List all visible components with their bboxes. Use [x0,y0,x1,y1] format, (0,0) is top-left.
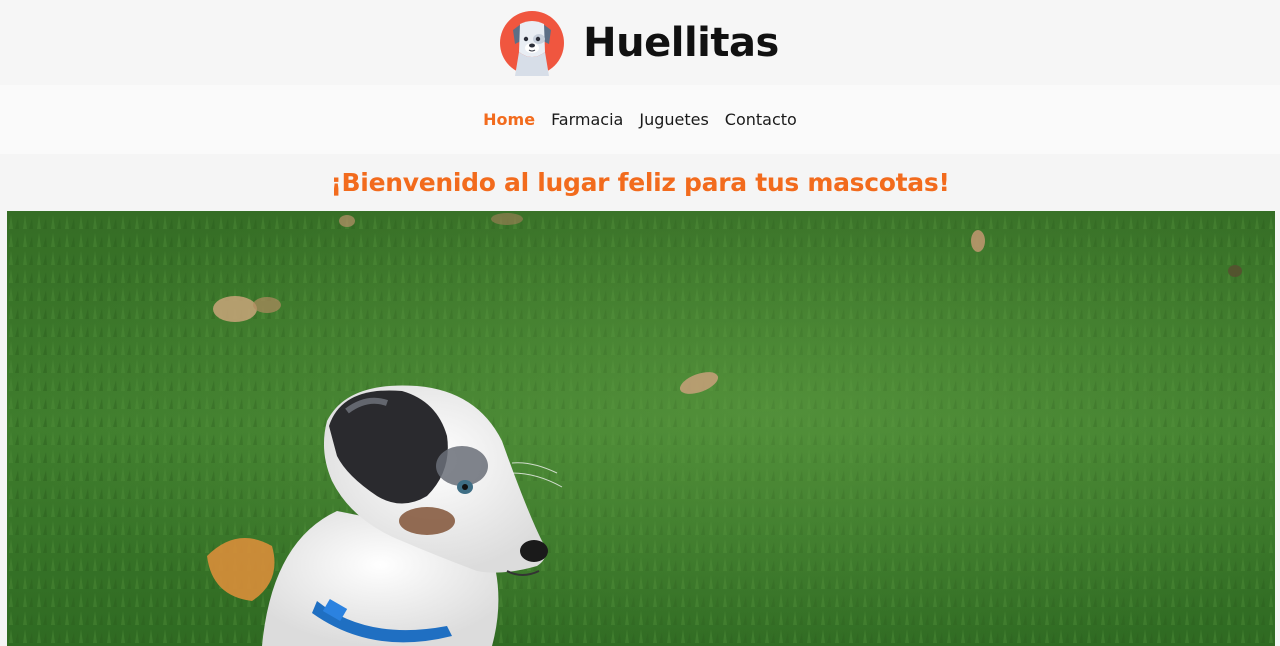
puppy-on-grass-photo [7,211,1275,646]
hero-image [7,211,1275,646]
brand-name: Huellitas [583,19,779,66]
welcome-title: ¡Bienvenido al lugar feliz para tus masc… [330,168,950,197]
welcome-section: ¡Bienvenido al lugar feliz para tus masc… [0,154,1280,211]
nav-link-home[interactable]: Home [483,110,535,129]
main-nav: Home Farmacia Juguetes Contacto [0,85,1280,154]
nav-link-juguetes[interactable]: Juguetes [639,110,708,129]
dog-face-logo-icon [500,10,565,76]
page: Huellitas Home Farmacia Juguetes Contact… [0,0,1280,646]
site-header: Huellitas [0,0,1280,85]
nav-link-farmacia[interactable]: Farmacia [551,110,623,129]
nav-link-contacto[interactable]: Contacto [725,110,797,129]
brand[interactable]: Huellitas [499,10,779,76]
